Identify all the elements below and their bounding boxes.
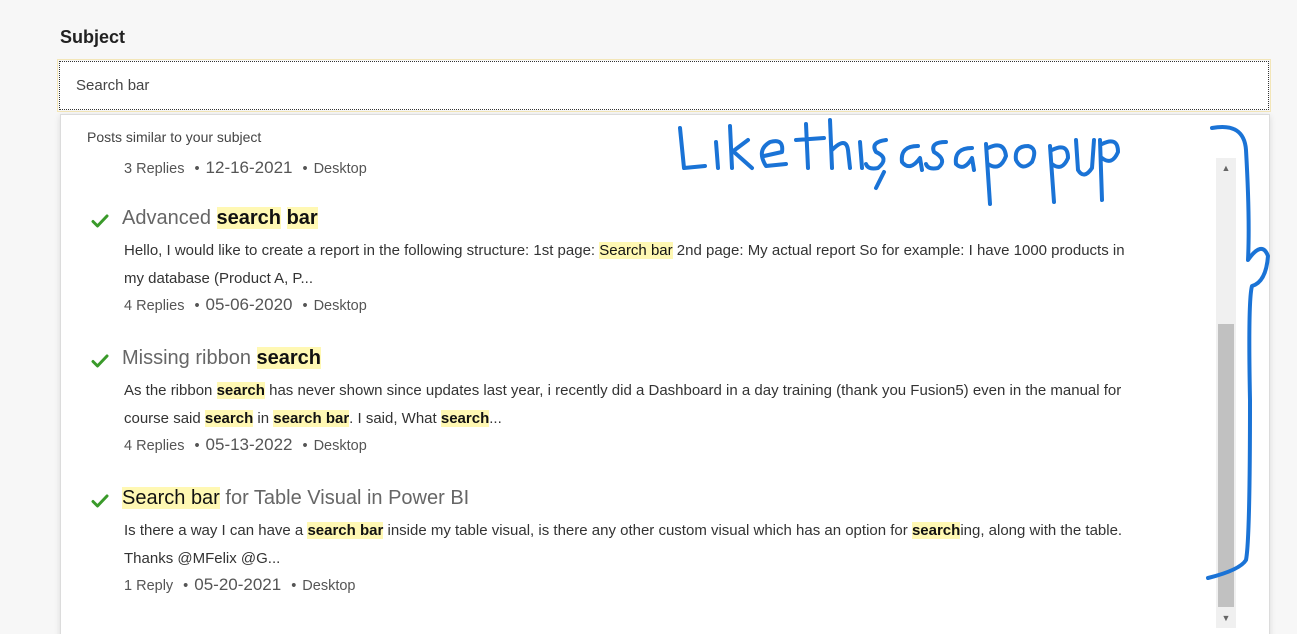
separator-dot: • (194, 161, 200, 177)
result-item: Search bar for Table Visual in Power BI … (91, 487, 1221, 595)
scroll-up-arrow-icon[interactable]: ▲ (1216, 158, 1236, 178)
dropdown-scrollbar[interactable]: ▲ ▼ (1216, 158, 1236, 628)
separator-dot: • (291, 578, 297, 594)
replies-count[interactable]: 3 Replies (124, 161, 184, 177)
result-excerpt: As the ribbon search has never shown sin… (124, 382, 1122, 427)
result-item: Missing ribbon search As the ribbon sear… (91, 347, 1221, 455)
result-title-text[interactable]: Advanced search bar (122, 207, 318, 230)
dropdown-header: Posts similar to your subject (87, 129, 262, 145)
post-date: 05-06-2020 (205, 295, 293, 314)
result-meta: 1 Reply • 05-20-2021 • Desktop (124, 575, 1221, 595)
replies-count[interactable]: 1 Reply (124, 578, 173, 594)
result-title[interactable]: Missing ribbon search (91, 347, 1221, 375)
separator-dot: • (302, 438, 308, 454)
result-excerpt: Is there a way I can have a search bar i… (124, 522, 1123, 567)
separator-dot: • (194, 298, 200, 314)
post-date: 12-16-2021 (205, 158, 293, 177)
post-date: 05-20-2021 (194, 575, 282, 594)
result-title[interactable]: Advanced search bar (91, 207, 1221, 235)
result-title-text[interactable]: Missing ribbon search (122, 347, 322, 370)
result-meta: 3 Replies • 12-16-2021 • Desktop (124, 158, 367, 178)
post-category[interactable]: Desktop (314, 438, 367, 454)
result-item: Advanced search bar Hello, I would like … (91, 207, 1221, 315)
post-category[interactable]: Desktop (314, 161, 367, 177)
result-meta: 4 Replies • 05-13-2022 • Desktop (124, 435, 1221, 455)
solved-check-icon (91, 354, 109, 368)
separator-dot: • (194, 438, 200, 454)
solved-check-icon (91, 214, 109, 228)
scroll-down-arrow-icon[interactable]: ▼ (1216, 608, 1236, 628)
result-title[interactable]: Search bar for Table Visual in Power BI (91, 487, 1221, 515)
solved-check-icon (91, 494, 109, 508)
result-title-text[interactable]: Search bar for Table Visual in Power BI (122, 487, 469, 510)
subject-input[interactable] (57, 59, 1271, 112)
post-category[interactable]: Desktop (314, 298, 367, 314)
replies-count[interactable]: 4 Replies (124, 438, 184, 454)
page: Subject Posts similar to your subject 3 … (0, 0, 1297, 634)
scroll-thumb[interactable] (1218, 324, 1234, 607)
separator-dot: • (183, 578, 189, 594)
post-category[interactable]: Desktop (302, 578, 355, 594)
post-date: 05-13-2022 (205, 435, 293, 454)
result-meta: 4 Replies • 05-06-2020 • Desktop (124, 295, 1221, 315)
similar-posts-dropdown: Posts similar to your subject 3 Replies … (60, 114, 1270, 634)
replies-count[interactable]: 4 Replies (124, 298, 184, 314)
separator-dot: • (302, 298, 308, 314)
result-excerpt: Hello, I would like to create a report i… (124, 242, 1125, 287)
separator-dot: • (302, 161, 308, 177)
subject-label: Subject (60, 27, 126, 47)
